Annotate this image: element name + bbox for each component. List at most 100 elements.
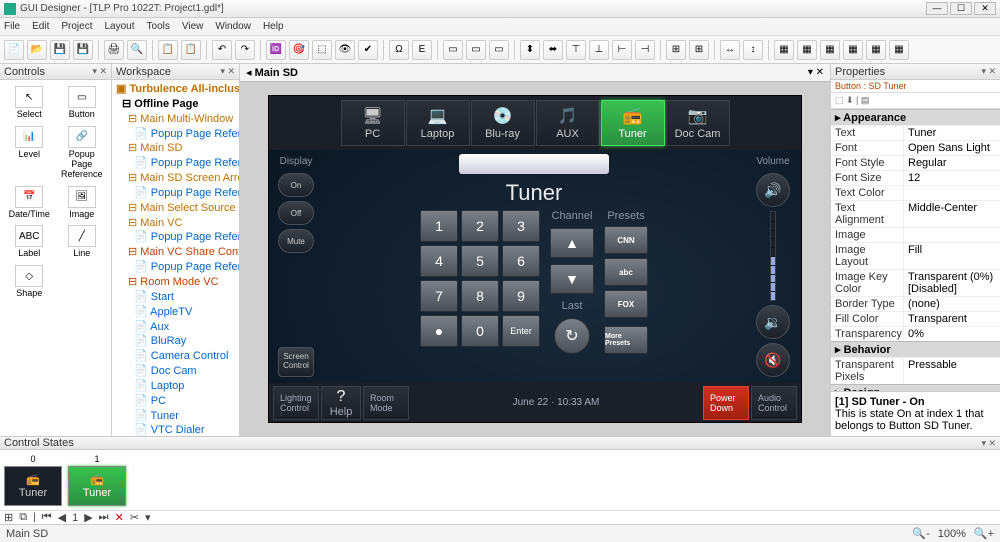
tree-node[interactable]: ⊟ Main SD — [114, 141, 237, 156]
tree-node[interactable]: 📄 VTC Dialer — [114, 423, 237, 436]
toolbar-button[interactable]: 🔍 — [127, 40, 147, 60]
tree-node[interactable]: 📄 Tuner — [114, 409, 237, 424]
state-thumb-1[interactable]: 1📻Tuner — [68, 454, 126, 506]
toolbar-button[interactable]: 📋 — [181, 40, 201, 60]
state-add-icon[interactable]: ⊞ — [4, 511, 13, 524]
lighting-button[interactable]: Lighting Control — [273, 386, 319, 420]
toolbar-button[interactable]: 💾 — [50, 40, 70, 60]
toolbar-button[interactable]: 👁 — [335, 40, 355, 60]
toolbar-button[interactable]: ▦ — [889, 40, 909, 60]
state-dup-icon[interactable]: ⧉ — [19, 511, 27, 524]
canvas-pin-icon[interactable]: ▾ ✕ — [808, 67, 824, 78]
toolbar-button[interactable]: ✔ — [358, 40, 378, 60]
toolbar-button[interactable]: ▦ — [797, 40, 817, 60]
prop-category[interactable]: ▸ Design — [831, 384, 1000, 391]
nav-last-icon[interactable]: ⏭ — [99, 511, 109, 524]
state-menu-icon[interactable]: ▾ — [145, 511, 151, 524]
toolbar-button[interactable]: ↷ — [235, 40, 255, 60]
power-down-button[interactable]: Power Down — [703, 386, 749, 420]
screen-control-button[interactable]: Screen Control — [278, 347, 314, 377]
toolbar-button[interactable]: ▭ — [466, 40, 486, 60]
toolbar-button[interactable]: ⊢ — [612, 40, 632, 60]
tree-node[interactable]: 📄 Camera Control — [114, 349, 237, 364]
help-button[interactable]: ?Help — [321, 386, 361, 420]
source-tuner[interactable]: 📻Tuner — [601, 100, 665, 146]
source-pc[interactable]: 🖥PC — [341, 100, 405, 146]
tree-node[interactable]: 📄 PC — [114, 394, 237, 409]
tree-node[interactable]: ⊟ Main Multi-Window — [114, 112, 237, 127]
menu-file[interactable]: File — [4, 21, 20, 32]
prop-row[interactable]: Font StyleRegular — [831, 155, 1000, 170]
properties-target[interactable]: Button : SD Tuner — [831, 80, 1000, 93]
menu-window[interactable]: Window — [215, 21, 251, 32]
toolbar-button[interactable]: ⊞ — [666, 40, 686, 60]
key-6[interactable]: 6 — [502, 245, 540, 277]
workspace-tree[interactable]: ▣ Turbulence All-inclusive 1022⊟ Offline… — [112, 80, 239, 436]
tree-node[interactable]: 📄 BluRay — [114, 334, 237, 349]
source-blu-ray[interactable]: 💿Blu-ray — [471, 100, 535, 146]
toolbar-button[interactable]: ▦ — [774, 40, 794, 60]
preset-abc[interactable]: abc — [604, 258, 648, 286]
menu-layout[interactable]: Layout — [104, 21, 134, 32]
toolbar-button[interactable]: 📂 — [27, 40, 47, 60]
zoom-out-icon[interactable]: 🔍- — [912, 527, 929, 540]
tree-node[interactable]: 📄 AppleTV — [114, 305, 237, 320]
nav-first-icon[interactable]: ⏮ — [42, 511, 52, 524]
display-mute-button[interactable]: Mute — [278, 229, 314, 253]
prop-row[interactable]: Border Type(none) — [831, 296, 1000, 311]
properties-toolbar[interactable]: ⬚ ⬇ | ▤ — [831, 93, 1000, 109]
tree-node[interactable]: ⊟ Main VC Share Content — [114, 245, 237, 260]
toolbar-button[interactable]: 🖨 — [104, 40, 124, 60]
display-on-button[interactable]: On — [278, 173, 314, 197]
toolbar-button[interactable]: 🆔 — [266, 40, 286, 60]
menu-view[interactable]: View — [182, 21, 204, 32]
minimize-button[interactable]: — — [926, 2, 948, 15]
prop-row[interactable]: Transparent PixelsPressable — [831, 357, 1000, 384]
control-image[interactable]: 🖼Image — [57, 184, 108, 222]
prop-row[interactable]: Text AlignmentMiddle-Center — [831, 200, 1000, 227]
display-off-button[interactable]: Off — [278, 201, 314, 225]
key-Enter[interactable]: Enter — [502, 315, 540, 347]
toolbar-button[interactable]: ▭ — [489, 40, 509, 60]
key-1[interactable]: 1 — [420, 210, 458, 242]
source-doc cam[interactable]: 📷Doc Cam — [666, 100, 730, 146]
volume-up-button[interactable]: 🔊 — [756, 173, 790, 207]
toolbar-button[interactable]: E — [412, 40, 432, 60]
source-laptop[interactable]: 💻Laptop — [406, 100, 470, 146]
control-shape[interactable]: ◇Shape — [4, 263, 55, 301]
properties-close-icon[interactable]: ▾ ✕ — [981, 66, 996, 77]
prop-row[interactable]: Font Size12 — [831, 170, 1000, 185]
toolbar-button[interactable]: 💾 — [73, 40, 93, 60]
control-states-close-icon[interactable]: ▾ ✕ — [981, 438, 996, 449]
prop-row[interactable]: Image — [831, 227, 1000, 242]
tree-node[interactable]: ⊟ Room Mode VC — [114, 275, 237, 290]
menu-help[interactable]: Help — [263, 21, 284, 32]
tree-node[interactable]: ⊟ Offline Page — [114, 97, 237, 112]
toolbar-button[interactable]: ⊣ — [635, 40, 655, 60]
tree-node[interactable]: 📄 Popup Page Reference1 — [114, 127, 237, 142]
toolbar-button[interactable]: ⊤ — [566, 40, 586, 60]
key-0[interactable]: 0 — [461, 315, 499, 347]
tree-node[interactable]: 📄 Aux — [114, 320, 237, 335]
tree-node[interactable]: 📄 Doc Cam — [114, 364, 237, 379]
prop-row[interactable]: Image Key ColorTransparent (0%) [Disable… — [831, 269, 1000, 296]
toolbar-button[interactable]: ⬌ — [543, 40, 563, 60]
workspace-close-icon[interactable]: ▾ ✕ — [220, 66, 235, 77]
control-line[interactable]: ╱Line — [57, 223, 108, 261]
toolbar-button[interactable]: ↶ — [212, 40, 232, 60]
toolbar-button[interactable]: ↕ — [743, 40, 763, 60]
tree-node[interactable]: 📄 Popup Page Reference1 — [114, 230, 237, 245]
tree-node[interactable]: ⊟ Main Select Source — [114, 201, 237, 216]
toolbar-button[interactable]: ⬍ — [520, 40, 540, 60]
prop-category[interactable]: ▸ Behavior — [831, 341, 1000, 357]
tree-node[interactable]: ⊟ Main VC — [114, 216, 237, 231]
key-3[interactable]: 3 — [502, 210, 540, 242]
toolbar-button[interactable]: Ω — [389, 40, 409, 60]
tree-node[interactable]: 📄 Start — [114, 290, 237, 305]
state-delete-icon[interactable]: ✕ — [115, 511, 124, 524]
channel-down-button[interactable]: ▼ — [550, 264, 594, 294]
key-4[interactable]: 4 — [420, 245, 458, 277]
toolbar-button[interactable]: 🎯 — [289, 40, 309, 60]
key-2[interactable]: 2 — [461, 210, 499, 242]
audio-control-button[interactable]: Audio Control — [751, 386, 797, 420]
